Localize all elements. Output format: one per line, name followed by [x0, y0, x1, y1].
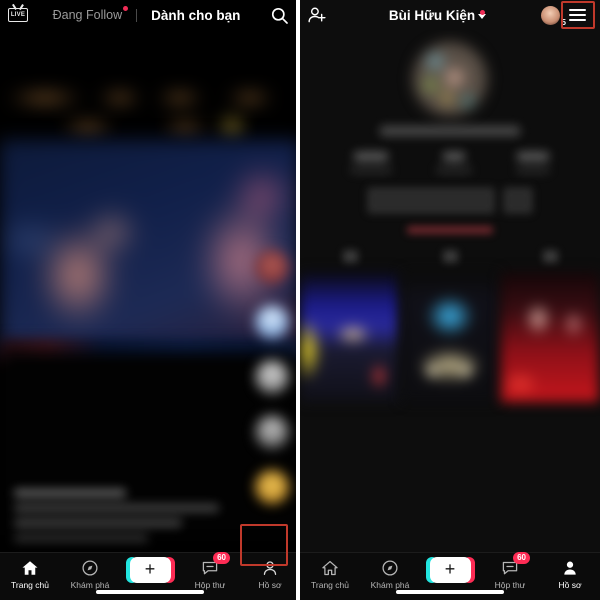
nav-label: Khám phá — [370, 580, 410, 590]
nav-label: Khám phá — [70, 580, 110, 590]
tab-label: Dành cho bạn — [151, 7, 241, 23]
tab-videos[interactable] — [342, 250, 358, 263]
profile-action-row — [300, 187, 600, 214]
nav-item-create[interactable]: + — [423, 557, 477, 583]
profile-username-blurred — [380, 126, 520, 136]
feed-tab-group: Đang Follow Dành cho bạn — [29, 6, 264, 23]
left-phone-panel: LIVE Đang Follow Dành cho bạn Trang chủ … — [0, 0, 300, 600]
stat-value — [517, 152, 549, 161]
compass-icon — [381, 558, 399, 577]
tab-label: Đang Follow — [52, 8, 123, 22]
video-title-overlay — [0, 80, 300, 140]
stat-value — [354, 152, 388, 161]
caption-line — [14, 519, 182, 527]
nav-item-create[interactable]: + — [123, 557, 177, 583]
stat-label — [516, 167, 550, 173]
person-icon — [261, 558, 279, 577]
profile-avatar-wrap[interactable] — [300, 42, 600, 116]
nav-item-ho-so[interactable]: Hồ sơ — [243, 558, 297, 590]
nav-item-trang-chu[interactable]: Trang chủ — [303, 558, 357, 590]
profile-content — [300, 30, 600, 552]
edit-profile-button[interactable] — [367, 187, 495, 214]
comment-icon[interactable] — [255, 360, 289, 394]
video-caption — [14, 489, 224, 542]
home-indicator-bar — [396, 590, 504, 594]
home-indicator-bar — [96, 590, 204, 594]
caption-music-line — [14, 534, 148, 542]
profile-tab-row — [300, 250, 600, 263]
add-person-icon[interactable] — [300, 0, 334, 30]
nav-item-ho-so[interactable]: Hồ sơ — [543, 558, 597, 590]
tab-danh-cho-ban[interactable]: Dành cho bạn — [151, 8, 240, 23]
right-phone-panel: Bùi Hữu Kiện 5 Trang chủ Khám phá + 60 H… — [300, 0, 600, 600]
nav-item-kham-pha[interactable]: Khám phá — [63, 558, 117, 590]
caption-line — [14, 504, 219, 512]
person-icon — [561, 558, 579, 577]
profile-username: Bùi Hữu Kiện — [388, 7, 476, 23]
music-disc-icon[interactable] — [255, 470, 289, 504]
feed-top-bar: LIVE Đang Follow Dành cho bạn — [0, 0, 300, 30]
create-plus-icon[interactable]: + — [425, 557, 475, 583]
nav-label: Hộp thư — [494, 580, 526, 590]
profile-stats-row — [300, 152, 600, 173]
profile-bio-link[interactable] — [407, 226, 493, 234]
stat-followers[interactable] — [436, 152, 472, 173]
notification-dot-icon — [123, 6, 129, 11]
hamburger-line — [568, 19, 586, 21]
nav-item-kham-pha[interactable]: Khám phá — [363, 558, 417, 590]
create-plus-icon[interactable]: + — [125, 557, 175, 583]
nav-label: Hồ sơ — [258, 580, 282, 590]
live-tv-icon[interactable]: LIVE — [7, 5, 29, 25]
home-icon — [321, 558, 339, 577]
profile-name-dropdown[interactable]: Bùi Hữu Kiện — [334, 8, 541, 23]
notification-dot-icon — [480, 9, 485, 15]
live-antenna — [13, 5, 24, 10]
hamburger-line — [568, 9, 586, 11]
heart-icon[interactable] — [255, 305, 289, 339]
inbox-icon: 60 — [501, 552, 530, 577]
tab-private[interactable] — [442, 250, 458, 263]
create-plus-label: + — [144, 559, 156, 579]
hamburger-menu-icon[interactable] — [562, 2, 592, 28]
nav-label: Trang chủ — [11, 580, 49, 590]
nav-item-hop-thu[interactable]: 60 Hộp thư — [483, 552, 537, 590]
tab-dang-follow[interactable]: Đang Follow — [52, 6, 129, 22]
nav-item-trang-chu[interactable]: Trang chủ — [3, 558, 57, 590]
inbox-icon: 60 — [201, 552, 230, 577]
dual-phone-screenshot: LIVE Đang Follow Dành cho bạn Trang chủ … — [0, 0, 600, 600]
grid-video-thumbnail[interactable] — [401, 272, 499, 402]
inbox-badge: 60 — [213, 552, 230, 564]
nav-label: Trang chủ — [311, 580, 349, 590]
search-icon[interactable] — [264, 0, 294, 30]
video-action-rail[interactable] — [250, 250, 294, 504]
nav-label: Hộp thư — [194, 580, 226, 590]
panel-divider — [296, 0, 300, 600]
profile-video-grid — [300, 272, 600, 402]
live-label: LIVE — [8, 8, 28, 22]
create-plus-label: + — [444, 559, 456, 579]
add-friends-button[interactable] — [503, 187, 533, 214]
home-icon — [21, 558, 39, 577]
nav-label: Hồ sơ — [558, 580, 582, 590]
avatar[interactable]: 5 — [541, 5, 566, 27]
profile-avatar-icon[interactable] — [255, 250, 289, 284]
stat-likes[interactable] — [516, 152, 550, 173]
stat-label — [436, 167, 472, 173]
stat-label — [350, 167, 392, 173]
inbox-badge: 60 — [513, 552, 530, 564]
tab-separator — [136, 8, 138, 22]
share-icon[interactable] — [255, 415, 289, 449]
nav-item-hop-thu[interactable]: 60 Hộp thư — [183, 552, 237, 590]
avatar-count-badge: 5 — [561, 17, 566, 27]
compass-icon — [81, 558, 99, 577]
tab-liked[interactable] — [542, 250, 558, 263]
grid-video-thumbnail[interactable] — [301, 272, 399, 402]
hamburger-line — [568, 14, 586, 16]
caption-author-line — [14, 489, 126, 497]
profile-avatar[interactable] — [413, 42, 487, 116]
stat-value — [443, 152, 465, 161]
grid-video-thumbnail[interactable] — [501, 272, 599, 402]
stat-following[interactable] — [350, 152, 392, 173]
profile-top-bar: Bùi Hữu Kiện 5 — [300, 0, 600, 30]
